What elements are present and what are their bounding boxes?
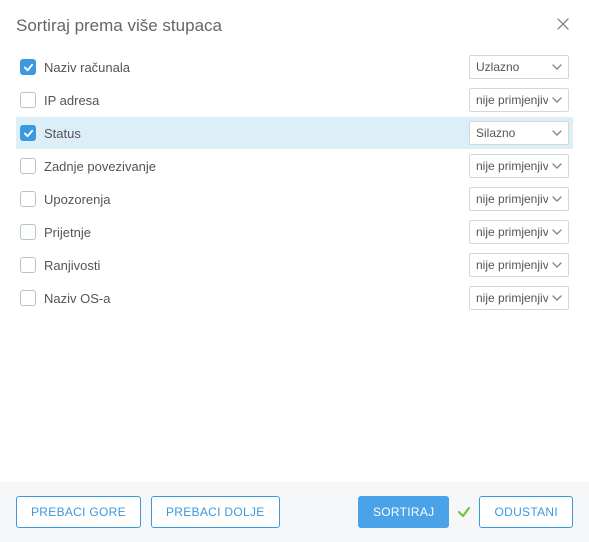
footer-left-group: PREBACI GORE PREBACI DOLJE xyxy=(16,496,280,528)
dialog-header: Sortiraj prema više stupaca xyxy=(0,0,589,46)
row-left: Zadnje povezivanje xyxy=(20,158,156,174)
row-left: IP adresa xyxy=(20,92,99,108)
sort-direction-select[interactable]: nije primjenjivo xyxy=(469,187,569,211)
sort-row[interactable]: Naziv računala Uzlazno xyxy=(16,51,573,83)
sort-direction-select[interactable]: nije primjenjivo xyxy=(469,286,569,310)
sort-row[interactable]: Zadnje povezivanje nije primjenjivo xyxy=(16,150,573,182)
sort-row[interactable]: IP adresa nije primjenjivo xyxy=(16,84,573,116)
sort-direction-select[interactable]: Uzlazno xyxy=(469,55,569,79)
column-label: Prijetnje xyxy=(44,225,91,240)
sort-row[interactable]: Naziv OS-a nije primjenjivo xyxy=(16,282,573,314)
cancel-button[interactable]: ODUSTANI xyxy=(479,496,573,528)
column-checkbox[interactable] xyxy=(20,92,36,108)
column-label: Zadnje povezivanje xyxy=(44,159,156,174)
sort-direction-select[interactable]: nije primjenjivo xyxy=(469,253,569,277)
dialog-footer: PREBACI GORE PREBACI DOLJE SORTIRAJ ODUS… xyxy=(0,482,589,542)
column-label: Ranjivosti xyxy=(44,258,100,273)
column-label: Naziv OS-a xyxy=(44,291,110,306)
column-label: Status xyxy=(44,126,81,141)
row-left: Upozorenja xyxy=(20,191,111,207)
sort-button[interactable]: SORTIRAJ xyxy=(358,496,450,528)
sort-row[interactable]: Status Silazno xyxy=(16,117,573,149)
footer-right-group: SORTIRAJ ODUSTANI xyxy=(358,496,573,528)
row-left: Naziv računala xyxy=(20,59,130,75)
checkmark-icon xyxy=(457,505,471,519)
sort-direction-select[interactable]: nije primjenjivo xyxy=(469,220,569,244)
row-left: Naziv OS-a xyxy=(20,290,110,306)
sort-direction-select[interactable]: Silazno xyxy=(469,121,569,145)
move-down-button[interactable]: PREBACI DOLJE xyxy=(151,496,280,528)
column-checkbox[interactable] xyxy=(20,59,36,75)
column-checkbox[interactable] xyxy=(20,191,36,207)
sort-columns-list: Naziv računala Uzlazno IP adresa nije primj… xyxy=(0,46,589,482)
column-label: Upozorenja xyxy=(44,192,111,207)
column-label: Naziv računala xyxy=(44,60,130,75)
dialog-title: Sortiraj prema više stupaca xyxy=(16,16,222,36)
row-left: Prijetnje xyxy=(20,224,91,240)
sort-direction-select[interactable]: nije primjenjivo xyxy=(469,154,569,178)
column-checkbox[interactable] xyxy=(20,158,36,174)
sort-row[interactable]: Upozorenja nije primjenjivo xyxy=(16,183,573,215)
sort-row[interactable]: Ranjivosti nije primjenjivo xyxy=(16,249,573,281)
column-checkbox[interactable] xyxy=(20,224,36,240)
row-left: Status xyxy=(20,125,81,141)
column-checkbox[interactable] xyxy=(20,290,36,306)
sort-row[interactable]: Prijetnje nije primjenjivo xyxy=(16,216,573,248)
move-up-button[interactable]: PREBACI GORE xyxy=(16,496,141,528)
row-left: Ranjivosti xyxy=(20,257,100,273)
column-checkbox[interactable] xyxy=(20,257,36,273)
close-icon xyxy=(557,17,569,35)
close-button[interactable] xyxy=(553,16,573,36)
sort-direction-select[interactable]: nije primjenjivo xyxy=(469,88,569,112)
column-label: IP adresa xyxy=(44,93,99,108)
column-checkbox[interactable] xyxy=(20,125,36,141)
